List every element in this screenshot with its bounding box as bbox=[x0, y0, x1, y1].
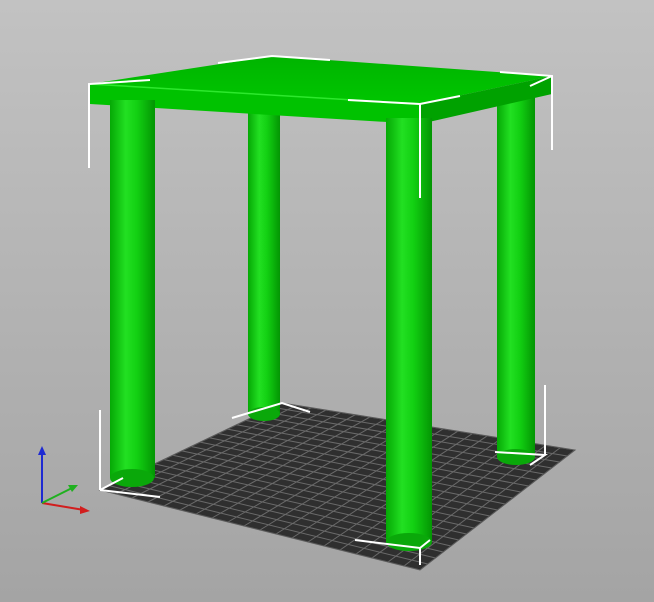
leg-back-left[interactable] bbox=[248, 108, 280, 421]
axes-gizmo bbox=[38, 446, 90, 514]
x-axis bbox=[41, 502, 85, 511]
leg-front-left[interactable] bbox=[110, 100, 155, 487]
y-axis bbox=[41, 487, 73, 504]
leg-back-right[interactable] bbox=[497, 92, 535, 465]
3d-scene[interactable] bbox=[0, 0, 654, 602]
z-axis-arrow-icon bbox=[38, 446, 46, 455]
x-axis-arrow-icon bbox=[80, 506, 90, 514]
leg-front-right[interactable] bbox=[386, 118, 432, 551]
table-top[interactable] bbox=[89, 56, 552, 124]
3d-viewport[interactable] bbox=[0, 0, 654, 602]
